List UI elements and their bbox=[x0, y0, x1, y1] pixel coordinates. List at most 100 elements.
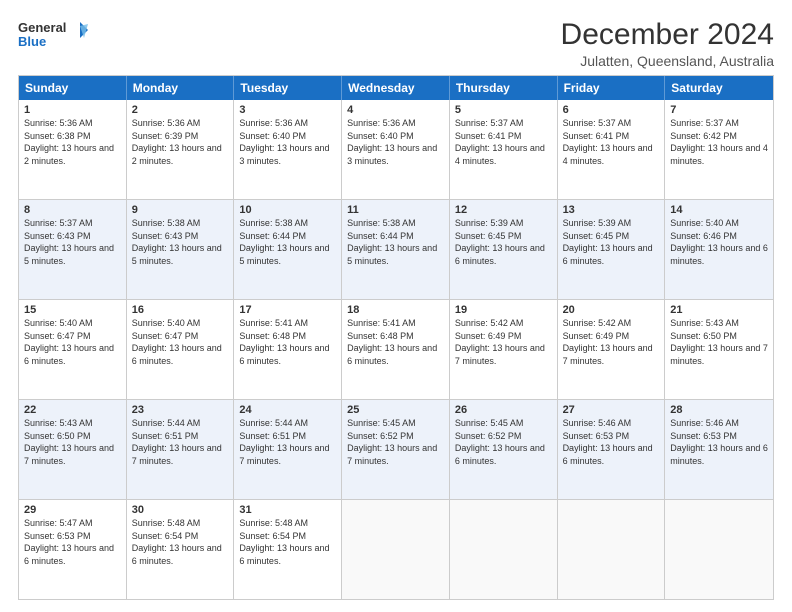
table-row: 6 Sunrise: 5:37 AM Sunset: 6:41 PM Dayli… bbox=[558, 100, 666, 199]
daylight-label: Daylight: 13 hours and 4 minutes. bbox=[455, 143, 545, 166]
table-row: 26 Sunrise: 5:45 AM Sunset: 6:52 PM Dayl… bbox=[450, 400, 558, 499]
sunrise-label: Sunrise: 5:43 AM bbox=[670, 318, 739, 328]
sunrise-label: Sunrise: 5:39 AM bbox=[455, 218, 524, 228]
day-number: 2 bbox=[132, 104, 229, 116]
sunrise-label: Sunrise: 5:42 AM bbox=[563, 318, 632, 328]
table-row: 23 Sunrise: 5:44 AM Sunset: 6:51 PM Dayl… bbox=[127, 400, 235, 499]
sunset-label: Sunset: 6:43 PM bbox=[132, 231, 199, 241]
day-number: 12 bbox=[455, 204, 552, 216]
day-number: 16 bbox=[132, 304, 229, 316]
header-saturday: Saturday bbox=[665, 76, 773, 100]
header-tuesday: Tuesday bbox=[234, 76, 342, 100]
sunrise-label: Sunrise: 5:43 AM bbox=[24, 418, 93, 428]
calendar-header: SundayMondayTuesdayWednesdayThursdayFrid… bbox=[19, 76, 773, 100]
day-info: Sunrise: 5:41 AM Sunset: 6:48 PM Dayligh… bbox=[239, 317, 336, 367]
table-row: 9 Sunrise: 5:38 AM Sunset: 6:43 PM Dayli… bbox=[127, 200, 235, 299]
header: General Blue December 2024 Julatten, Que… bbox=[18, 18, 774, 69]
sunrise-label: Sunrise: 5:36 AM bbox=[239, 118, 308, 128]
day-info: Sunrise: 5:44 AM Sunset: 6:51 PM Dayligh… bbox=[132, 417, 229, 467]
daylight-label: Daylight: 13 hours and 3 minutes. bbox=[239, 143, 329, 166]
day-info: Sunrise: 5:47 AM Sunset: 6:53 PM Dayligh… bbox=[24, 517, 121, 567]
sunrise-label: Sunrise: 5:38 AM bbox=[347, 218, 416, 228]
day-info: Sunrise: 5:39 AM Sunset: 6:45 PM Dayligh… bbox=[563, 217, 660, 267]
logo: General Blue bbox=[18, 18, 88, 54]
sunset-label: Sunset: 6:40 PM bbox=[347, 131, 414, 141]
daylight-label: Daylight: 13 hours and 6 minutes. bbox=[670, 243, 768, 266]
day-number: 25 bbox=[347, 404, 444, 416]
daylight-label: Daylight: 13 hours and 6 minutes. bbox=[239, 343, 329, 366]
sunset-label: Sunset: 6:41 PM bbox=[455, 131, 522, 141]
day-info: Sunrise: 5:40 AM Sunset: 6:47 PM Dayligh… bbox=[24, 317, 121, 367]
table-row: 2 Sunrise: 5:36 AM Sunset: 6:39 PM Dayli… bbox=[127, 100, 235, 199]
sunset-label: Sunset: 6:52 PM bbox=[347, 431, 414, 441]
day-info: Sunrise: 5:36 AM Sunset: 6:40 PM Dayligh… bbox=[239, 117, 336, 167]
table-row: 1 Sunrise: 5:36 AM Sunset: 6:38 PM Dayli… bbox=[19, 100, 127, 199]
day-info: Sunrise: 5:37 AM Sunset: 6:43 PM Dayligh… bbox=[24, 217, 121, 267]
sunset-label: Sunset: 6:53 PM bbox=[24, 531, 91, 541]
table-row: 12 Sunrise: 5:39 AM Sunset: 6:45 PM Dayl… bbox=[450, 200, 558, 299]
day-number: 24 bbox=[239, 404, 336, 416]
table-row bbox=[558, 500, 666, 599]
sunset-label: Sunset: 6:38 PM bbox=[24, 131, 91, 141]
day-number: 27 bbox=[563, 404, 660, 416]
daylight-label: Daylight: 13 hours and 6 minutes. bbox=[455, 443, 545, 466]
sunrise-label: Sunrise: 5:36 AM bbox=[347, 118, 416, 128]
day-number: 17 bbox=[239, 304, 336, 316]
daylight-label: Daylight: 13 hours and 4 minutes. bbox=[670, 143, 768, 166]
table-row: 16 Sunrise: 5:40 AM Sunset: 6:47 PM Dayl… bbox=[127, 300, 235, 399]
table-row bbox=[450, 500, 558, 599]
sunrise-label: Sunrise: 5:44 AM bbox=[239, 418, 308, 428]
sunrise-label: Sunrise: 5:48 AM bbox=[239, 518, 308, 528]
header-wednesday: Wednesday bbox=[342, 76, 450, 100]
day-info: Sunrise: 5:44 AM Sunset: 6:51 PM Dayligh… bbox=[239, 417, 336, 467]
logo-svg: General Blue bbox=[18, 18, 88, 54]
main-title: December 2024 bbox=[561, 18, 774, 51]
calendar-body: 1 Sunrise: 5:36 AM Sunset: 6:38 PM Dayli… bbox=[19, 100, 773, 599]
sunset-label: Sunset: 6:47 PM bbox=[132, 331, 199, 341]
daylight-label: Daylight: 13 hours and 6 minutes. bbox=[24, 543, 114, 566]
sunrise-label: Sunrise: 5:47 AM bbox=[24, 518, 93, 528]
day-number: 8 bbox=[24, 204, 121, 216]
day-number: 1 bbox=[24, 104, 121, 116]
day-number: 19 bbox=[455, 304, 552, 316]
sunset-label: Sunset: 6:54 PM bbox=[132, 531, 199, 541]
day-info: Sunrise: 5:36 AM Sunset: 6:38 PM Dayligh… bbox=[24, 117, 121, 167]
day-number: 22 bbox=[24, 404, 121, 416]
daylight-label: Daylight: 13 hours and 5 minutes. bbox=[239, 243, 329, 266]
daylight-label: Daylight: 13 hours and 6 minutes. bbox=[132, 343, 222, 366]
day-info: Sunrise: 5:45 AM Sunset: 6:52 PM Dayligh… bbox=[455, 417, 552, 467]
title-block: December 2024 Julatten, Queensland, Aust… bbox=[561, 18, 774, 69]
sunrise-label: Sunrise: 5:41 AM bbox=[347, 318, 416, 328]
day-info: Sunrise: 5:43 AM Sunset: 6:50 PM Dayligh… bbox=[24, 417, 121, 467]
day-number: 23 bbox=[132, 404, 229, 416]
table-row: 31 Sunrise: 5:48 AM Sunset: 6:54 PM Dayl… bbox=[234, 500, 342, 599]
table-row: 14 Sunrise: 5:40 AM Sunset: 6:46 PM Dayl… bbox=[665, 200, 773, 299]
daylight-label: Daylight: 13 hours and 6 minutes. bbox=[563, 243, 653, 266]
daylight-label: Daylight: 13 hours and 6 minutes. bbox=[132, 543, 222, 566]
day-info: Sunrise: 5:38 AM Sunset: 6:44 PM Dayligh… bbox=[239, 217, 336, 267]
sunset-label: Sunset: 6:44 PM bbox=[239, 231, 306, 241]
table-row: 7 Sunrise: 5:37 AM Sunset: 6:42 PM Dayli… bbox=[665, 100, 773, 199]
sunset-label: Sunset: 6:47 PM bbox=[24, 331, 91, 341]
week-row-3: 15 Sunrise: 5:40 AM Sunset: 6:47 PM Dayl… bbox=[19, 300, 773, 400]
daylight-label: Daylight: 13 hours and 6 minutes. bbox=[670, 443, 768, 466]
table-row: 22 Sunrise: 5:43 AM Sunset: 6:50 PM Dayl… bbox=[19, 400, 127, 499]
sunset-label: Sunset: 6:51 PM bbox=[132, 431, 199, 441]
sunrise-label: Sunrise: 5:36 AM bbox=[24, 118, 93, 128]
table-row: 21 Sunrise: 5:43 AM Sunset: 6:50 PM Dayl… bbox=[665, 300, 773, 399]
sunset-label: Sunset: 6:49 PM bbox=[563, 331, 630, 341]
day-number: 18 bbox=[347, 304, 444, 316]
day-info: Sunrise: 5:37 AM Sunset: 6:41 PM Dayligh… bbox=[563, 117, 660, 167]
table-row: 19 Sunrise: 5:42 AM Sunset: 6:49 PM Dayl… bbox=[450, 300, 558, 399]
day-info: Sunrise: 5:41 AM Sunset: 6:48 PM Dayligh… bbox=[347, 317, 444, 367]
week-row-1: 1 Sunrise: 5:36 AM Sunset: 6:38 PM Dayli… bbox=[19, 100, 773, 200]
sunrise-label: Sunrise: 5:45 AM bbox=[347, 418, 416, 428]
sunrise-label: Sunrise: 5:41 AM bbox=[239, 318, 308, 328]
day-number: 15 bbox=[24, 304, 121, 316]
daylight-label: Daylight: 13 hours and 3 minutes. bbox=[347, 143, 437, 166]
day-number: 5 bbox=[455, 104, 552, 116]
daylight-label: Daylight: 13 hours and 4 minutes. bbox=[563, 143, 653, 166]
day-info: Sunrise: 5:38 AM Sunset: 6:43 PM Dayligh… bbox=[132, 217, 229, 267]
header-sunday: Sunday bbox=[19, 76, 127, 100]
subtitle: Julatten, Queensland, Australia bbox=[561, 53, 774, 69]
